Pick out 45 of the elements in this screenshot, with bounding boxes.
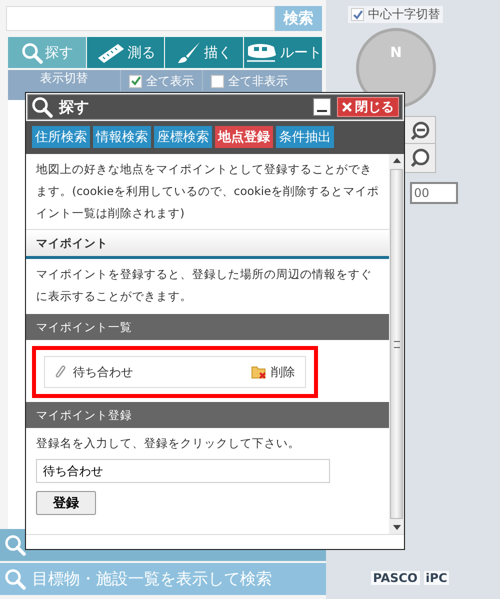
register-button[interactable]: 登録 <box>36 491 96 515</box>
dialog-title: 探す <box>59 98 89 116</box>
section-heading: マイポイント登録 <box>26 402 389 428</box>
zoom-button[interactable] <box>404 143 436 173</box>
search-field[interactable] <box>6 6 275 31</box>
credit-logo: PASCO <box>371 571 420 585</box>
delete-button[interactable]: 削除 <box>251 364 295 380</box>
folder-delete-icon <box>251 365 267 379</box>
scale-field[interactable]: 00 <box>410 182 458 204</box>
name-input-field[interactable]: 待ち合わせ <box>36 459 330 483</box>
minimize-button[interactable] <box>313 98 331 116</box>
tool-tab[interactable]: 探す <box>8 37 86 68</box>
dialog-tab[interactable]: 条件抽出 <box>276 126 334 148</box>
scroll-down-icon[interactable] <box>392 525 400 530</box>
checkbox[interactable] <box>351 8 364 21</box>
point-name[interactable]: 待ち合わせ <box>73 364 133 380</box>
dialog-tab[interactable]: 情報検索 <box>93 126 151 148</box>
close-icon <box>342 102 352 112</box>
section-heading: マイポイント一覧 <box>26 314 389 340</box>
close-button[interactable]: 閉じる <box>337 97 399 117</box>
dialog-tab[interactable]: 地点登録 <box>215 126 273 148</box>
instruction-text: 登録名を入力して、登録をクリックして下さい。 <box>35 435 301 452</box>
checkbox[interactable] <box>129 74 142 88</box>
paperclip-icon <box>55 364 67 380</box>
tool-tab[interactable]: ルート <box>244 37 322 68</box>
scroll-up-icon[interactable] <box>392 158 400 163</box>
tool-tab[interactable]: 描く <box>165 37 244 68</box>
search-icon <box>31 96 53 118</box>
dialog-tab[interactable]: 住所検索 <box>32 126 90 148</box>
ruler-icon <box>96 42 126 64</box>
zoom-out-icon <box>409 120 431 142</box>
search-icon <box>4 568 26 590</box>
credit-logo: iPC <box>424 571 450 585</box>
toggle-checkbox[interactable]: 全て非表示 <box>203 70 296 91</box>
search-icon <box>4 534 26 556</box>
crosshair-toggle[interactable]: 中心十字切替 <box>348 6 443 23</box>
description-text: マイポイントを登録すると、登録した場所の周辺の情報をすぐに表示することができます。 <box>35 266 373 305</box>
search-icon <box>20 42 43 64</box>
scrollbar[interactable] <box>389 154 404 534</box>
toggle-checkbox[interactable]: 全て表示 <box>121 70 203 91</box>
magnifier-icon <box>409 147 431 169</box>
dialog-tab[interactable]: 座標検索 <box>154 126 212 148</box>
checkbox[interactable] <box>211 74 224 88</box>
tool-tab[interactable]: 測る <box>86 37 164 68</box>
display-toggle-label: 表示切替 <box>8 70 121 91</box>
